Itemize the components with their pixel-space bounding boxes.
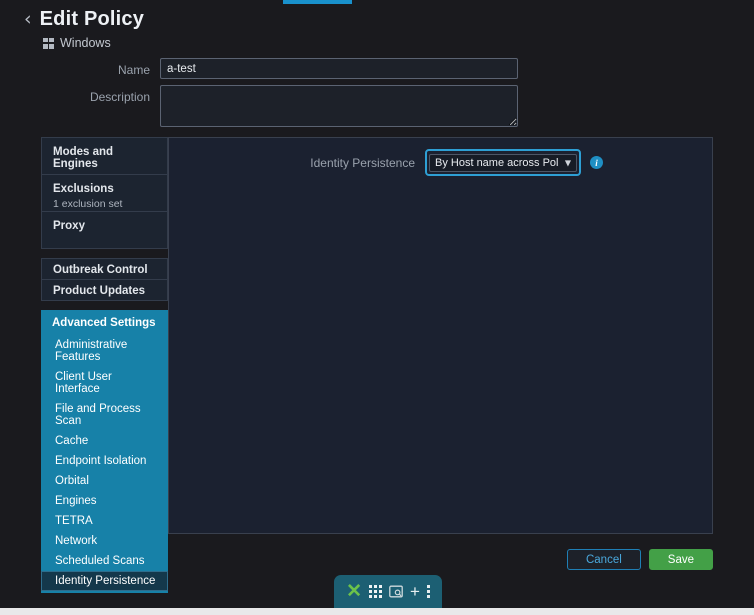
name-label: Name: [117, 63, 150, 77]
sidebar-divider: [41, 248, 168, 258]
sidebar-item-endpoint-isolation[interactable]: Endpoint Isolation: [41, 451, 168, 471]
xfce-x-icon[interactable]: ✕: [346, 582, 362, 601]
name-input[interactable]: [160, 58, 518, 79]
identity-persistence-label: Identity Persistence: [310, 155, 415, 170]
description-label: Description: [89, 90, 150, 104]
identity-persistence-select-wrapper: By Host name across Policy ▼: [425, 149, 581, 176]
sidebar-item-product-updates[interactable]: Product Updates: [41, 279, 168, 301]
name-field-row: Name: [0, 58, 518, 79]
desktop-background-strip: [0, 608, 754, 615]
sidebar-item-outbreak-control[interactable]: Outbreak Control: [41, 258, 168, 280]
sidebar-item-label: Product Updates: [53, 285, 146, 297]
sidebar-item-label: Outbreak Control: [53, 264, 148, 276]
page-header: ‹ Edit Policy Windows: [24, 8, 144, 50]
description-field-row: Description: [0, 85, 518, 127]
sidebar-item-administrative-features[interactable]: Administrative Features: [41, 335, 168, 367]
app-grid-icon[interactable]: [368, 585, 382, 598]
sidebar-item-engines[interactable]: Engines: [41, 491, 168, 511]
sidebar-item-proxy[interactable]: Proxy: [41, 211, 168, 249]
more-vertical-icon[interactable]: [426, 585, 430, 598]
desktop-taskbar: ✕ +: [334, 575, 442, 608]
sidebar-group-secondary: Outbreak Control Product Updates: [41, 258, 168, 301]
settings-content-panel: Identity Persistence By Host name across…: [168, 137, 713, 534]
sidebar-item-orbital[interactable]: Orbital: [41, 471, 168, 491]
sidebar-item-label: Exclusions: [53, 183, 114, 195]
identity-persistence-row: Identity Persistence By Host name across…: [169, 149, 712, 176]
description-input[interactable]: [160, 85, 518, 127]
sidebar-item-label: Proxy: [53, 220, 85, 232]
sidebar-item-network[interactable]: Network: [41, 531, 168, 551]
platform-label: Windows: [60, 36, 111, 50]
sidebar-item-identity-persistence[interactable]: Identity Persistence: [41, 571, 168, 591]
sidebar-item-modes-and-engines[interactable]: Modes and Engines: [41, 137, 168, 175]
sidebar-item-subtitle: 1 exclusion set: [53, 198, 123, 210]
sidebar-item-file-and-process-scan[interactable]: File and Process Scan: [41, 399, 168, 431]
sidebar-item-cache[interactable]: Cache: [41, 431, 168, 451]
sidebar-item-label: Modes and Engines: [53, 146, 114, 170]
advanced-settings-title[interactable]: Advanced Settings: [41, 310, 168, 335]
info-circle-icon[interactable]: i: [590, 156, 603, 169]
sidebar-item-client-user-interface[interactable]: Client User Interface: [41, 367, 168, 399]
save-button[interactable]: Save: [648, 549, 713, 570]
screenshot-icon[interactable]: [389, 585, 403, 598]
sidebar-group-primary: Modes and Engines Exclusions 1 exclusion…: [41, 137, 168, 249]
form-footer: Cancel Save: [0, 549, 713, 570]
sidebar-item-exclusions[interactable]: Exclusions 1 exclusion set: [41, 174, 168, 212]
policy-sidebar: Modes and Engines Exclusions 1 exclusion…: [41, 137, 168, 593]
chevron-left-icon[interactable]: ‹: [24, 10, 32, 29]
windows-logo-icon: [43, 37, 54, 49]
platform-row: Windows: [43, 36, 144, 50]
cancel-button[interactable]: Cancel: [566, 549, 641, 570]
sidebar-item-tetra[interactable]: TETRA: [41, 511, 168, 531]
plus-icon[interactable]: +: [410, 583, 420, 600]
page-title: Edit Policy: [39, 8, 145, 30]
identity-persistence-select[interactable]: By Host name across Policy: [429, 154, 577, 172]
browser-tab-indicator: [283, 0, 352, 4]
